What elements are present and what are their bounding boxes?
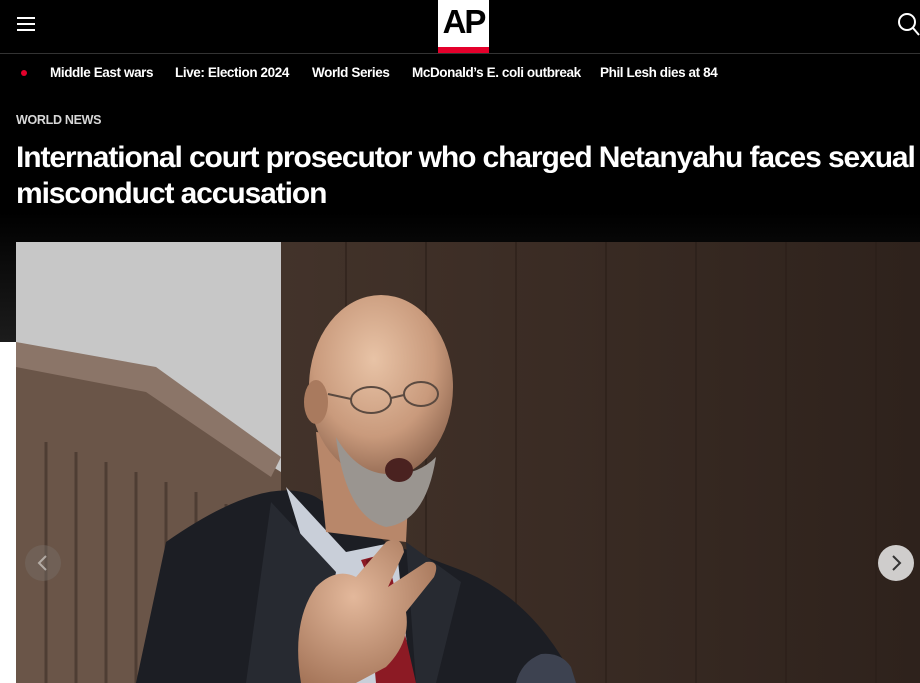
chevron-right-icon	[892, 555, 902, 571]
ap-logo[interactable]: AP	[438, 0, 489, 53]
search-icon[interactable]	[894, 10, 920, 38]
site-header: AP	[0, 0, 920, 54]
gallery-next-button[interactable]	[878, 545, 914, 581]
hamburger-menu-icon[interactable]	[14, 13, 38, 37]
lead-photo[interactable]	[16, 242, 920, 683]
gallery-prev-button[interactable]	[25, 545, 61, 581]
trending-link-middle-east-wars[interactable]: Middle East wars	[50, 65, 154, 80]
live-dot	[21, 70, 27, 76]
section-kicker[interactable]: WORLD NEWS	[16, 113, 101, 127]
trending-link-world-series[interactable]: World Series	[312, 65, 390, 80]
trending-nav: Middle East wars Live: Election 2024 Wor…	[0, 54, 920, 92]
trending-link-election-2024[interactable]: Live: Election 2024	[175, 65, 289, 80]
chevron-left-icon	[37, 555, 47, 571]
trending-link-phil-lesh[interactable]: Phil Lesh dies at 84	[600, 65, 718, 80]
page-gutter	[0, 342, 16, 683]
trending-link-mcdonalds-outbreak[interactable]: McDonald’s E. coli outbreak	[412, 65, 581, 80]
logo-text: AP	[442, 3, 487, 40]
logo-stripe	[438, 47, 489, 53]
article-headline: International court prosecutor who charg…	[16, 141, 916, 210]
